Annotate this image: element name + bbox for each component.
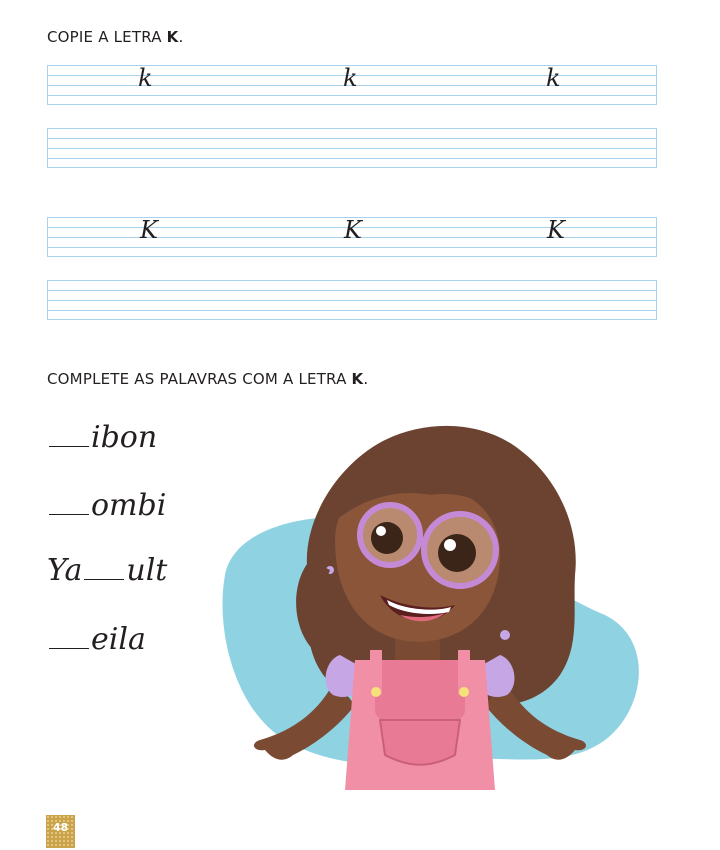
uppercase-practice-line[interactable]: [47, 280, 657, 320]
word-item: ibon: [47, 420, 157, 460]
lowercase-k-model: k: [343, 64, 358, 92]
complete-words-heading: COMPLETE AS PALAVRAS COM A LETRA K.: [47, 370, 368, 388]
lowercase-model-line: k k k: [47, 65, 657, 105]
uppercase-k-model: K: [344, 216, 362, 244]
heading-text: COMPLETE AS PALAVRAS COM A LETRA: [47, 370, 352, 388]
word-start: Ya: [47, 553, 83, 588]
heading-suffix: .: [363, 370, 369, 388]
heading-letter: K: [166, 28, 179, 46]
heading-letter: K: [351, 370, 364, 388]
lowercase-k-model: k: [138, 64, 153, 92]
uppercase-k-model: K: [547, 216, 565, 244]
lowercase-k-model: k: [546, 64, 561, 92]
lowercase-practice-line[interactable]: [47, 128, 657, 168]
word-ending: ibon: [91, 420, 158, 455]
heading-text: COPIE A LETRA: [47, 28, 167, 46]
word-ending: eila: [91, 622, 146, 657]
word-ending: ult: [126, 553, 168, 588]
uppercase-k-model: K: [140, 216, 158, 244]
word-item: Ya ult: [47, 553, 167, 593]
answer-blank[interactable]: [49, 648, 89, 649]
page-number: 48: [52, 821, 69, 834]
answer-blank[interactable]: [49, 514, 89, 515]
word-ending: ombi: [91, 488, 167, 523]
word-item: eila: [47, 622, 146, 662]
uppercase-model-line: K K K: [47, 217, 657, 257]
word-item: ombi: [47, 488, 166, 528]
answer-blank[interactable]: [84, 579, 125, 580]
answer-blank[interactable]: [49, 446, 89, 447]
girl-illustration: [222, 425, 639, 790]
page-number-badge: 48: [46, 815, 75, 848]
heading-suffix: .: [178, 28, 184, 46]
copy-letter-heading: COPIE A LETRA K.: [47, 28, 183, 46]
